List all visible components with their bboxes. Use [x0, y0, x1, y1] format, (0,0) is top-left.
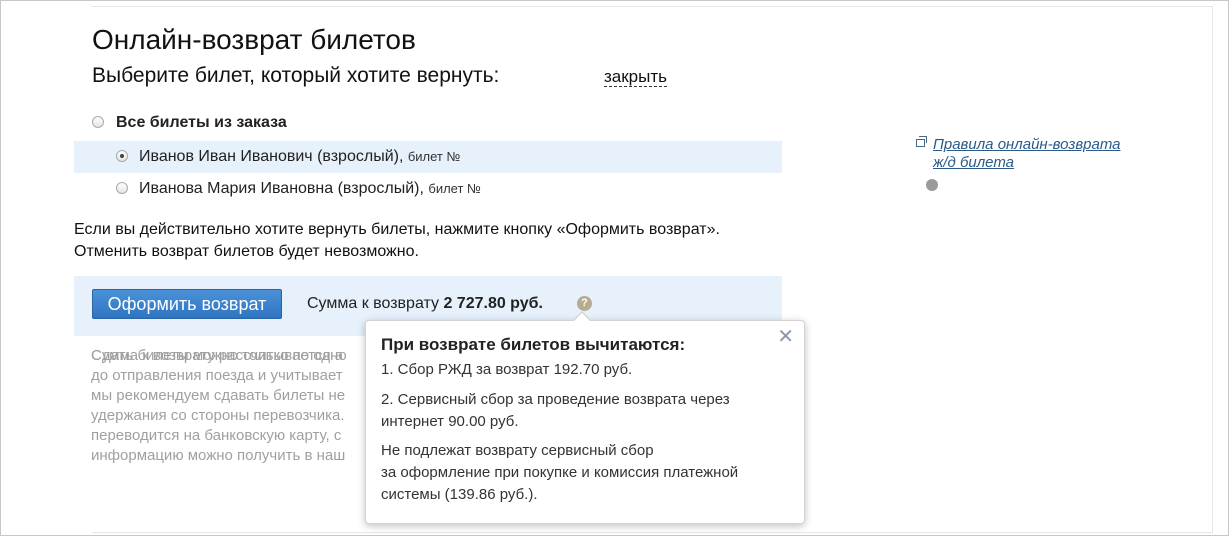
confirm-text: Если вы действительно хотите вернуть бил…	[74, 221, 720, 260]
tooltip-line: системы (139.86 руб.).	[381, 486, 538, 503]
info-line: переводится на банковскую карту, с	[91, 427, 342, 444]
external-window-icon	[916, 136, 927, 147]
passenger-ticket-1: билет №	[407, 149, 461, 164]
bottom-divider	[92, 532, 1212, 533]
info-line: мы рекомендуем сдавать билеты не	[91, 387, 346, 404]
page-title: Онлайн-возврат билетов	[92, 24, 416, 55]
info-line: удержания со стороны перевозчика.	[91, 407, 345, 424]
tooltip-line: интернет 90.00 руб.	[381, 413, 519, 430]
right-divider	[1212, 6, 1213, 533]
page-subtitle: Выберите билет, который хотите вернуть:	[92, 64, 500, 87]
info-last-line: Сдать билеты можно только по одно	[91, 347, 347, 364]
passenger-name-1: Иванов Иван Иванович (взрослый)	[139, 148, 399, 165]
passenger-option-2[interactable]: Иванова Мария Ивановна (взрослый), билет…	[74, 173, 782, 205]
top-divider	[92, 6, 1212, 7]
rules-link[interactable]: Правила онлайн-возврата ж/д билета	[933, 136, 1123, 172]
refund-sum-label: Сумма к возврату	[307, 295, 439, 312]
all-tickets-radio[interactable]	[92, 116, 104, 128]
tooltip-line: Не подлежат возврату сервисный сбор	[381, 442, 654, 459]
passenger-label-1: Иванов Иван Иванович (взрослый), билет №	[139, 148, 461, 165]
help-icon[interactable]: ?	[577, 296, 592, 311]
tooltip-line: 1. Сбор РЖД за возврат 192.70 руб.	[381, 361, 633, 378]
submit-return-button[interactable]: Оформить возврат	[92, 289, 282, 319]
passenger-radio-2[interactable]	[116, 182, 128, 194]
passenger-label-2: Иванова Мария Ивановна (взрослый), билет…	[139, 180, 481, 197]
tooltip-line: за оформление при покупке и комиссия пла…	[381, 464, 739, 481]
passenger-radio-1[interactable]	[116, 150, 128, 162]
info-line: информацию можно получить в наш	[91, 447, 346, 464]
status-dot	[926, 179, 938, 191]
tooltip-line: 2. Сервисный сбор за проведение возврата…	[381, 391, 730, 408]
refund-deductions-tooltip: ✕ При возврате билетов вычитаются: 1. Сб…	[365, 311, 805, 524]
all-tickets-label: Все билеты из заказа	[116, 114, 287, 131]
passenger-name-2: Иванова Мария Ивановна (взрослый)	[139, 180, 420, 197]
passenger-ticket-2: билет №	[428, 181, 481, 196]
info-line: до отправления поезда и учитывает	[91, 367, 343, 384]
close-icon[interactable]: ✕	[777, 327, 794, 347]
passenger-option-1[interactable]: Иванов Иван Иванович (взрослый), билет №	[74, 141, 782, 173]
refund-sum-value: 2 727.80 руб.	[443, 295, 543, 312]
close-link[interactable]: закрыть	[604, 67, 668, 87]
refund-sum: Сумма к возврату 2 727.80 руб.	[307, 295, 543, 313]
tooltip-title: При возврате билетов вычитаются:	[381, 335, 686, 354]
